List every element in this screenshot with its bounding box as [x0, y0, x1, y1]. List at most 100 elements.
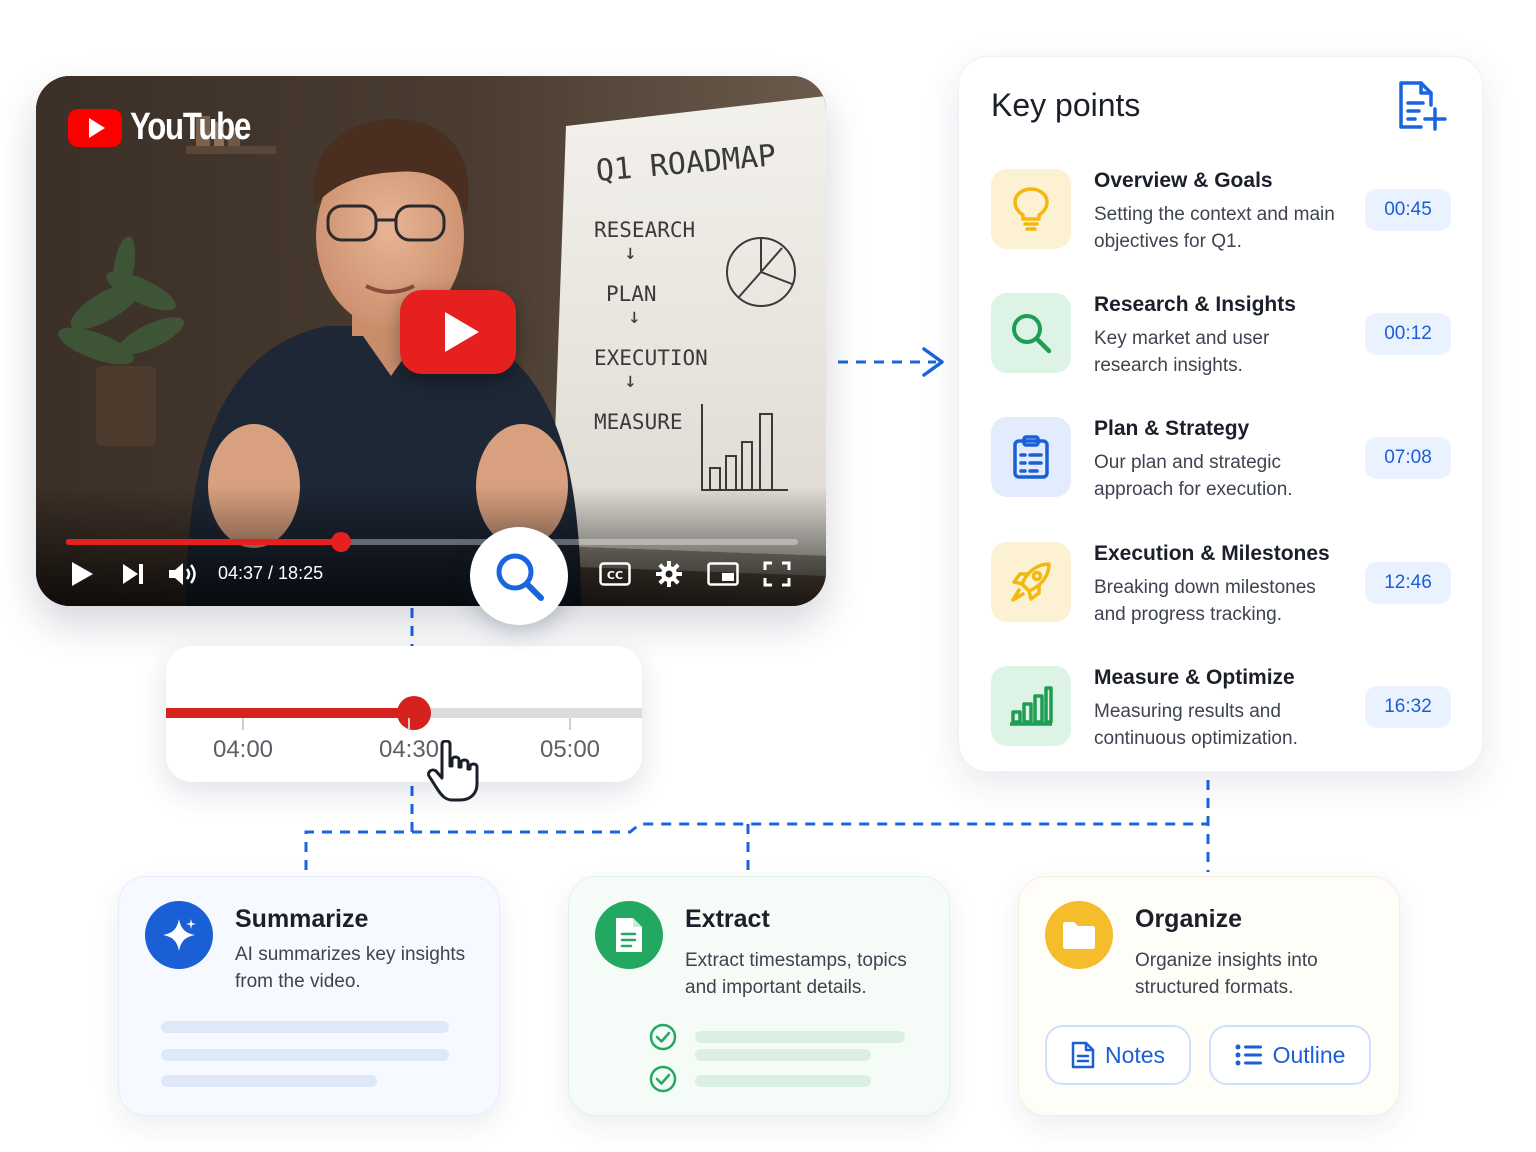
skeleton-line: [695, 1031, 905, 1043]
whiteboard-arrow: ↓: [624, 368, 637, 392]
progress-handle[interactable]: [330, 532, 351, 552]
youtube-logo: YouTube: [68, 106, 276, 149]
key-point-item[interactable]: Execution & Milestones Breaking down mil…: [991, 542, 1457, 652]
extract-icon-circle: [595, 901, 663, 969]
hand-pointer-icon: [427, 740, 479, 802]
progress-played: [66, 539, 341, 545]
key-point-description: Key market and user research insights.: [1094, 328, 1270, 376]
svg-text:CC: CC: [607, 569, 623, 582]
timestamp-badge[interactable]: 00:45: [1365, 189, 1451, 231]
search-icon: [1012, 314, 1052, 354]
key-points-panel: Key points Overview & Goals Setting the …: [958, 56, 1483, 772]
key-point-item[interactable]: Measure & Optimize Measuring results and…: [991, 666, 1457, 776]
key-point-icon-box: [991, 666, 1071, 746]
skeleton-line: [161, 1049, 449, 1061]
timeline-tick: [408, 718, 410, 730]
skeleton-line: [695, 1075, 871, 1087]
key-point-title: Execution & Milestones: [1094, 542, 1330, 565]
timeline-label: 04:00: [212, 736, 274, 763]
play-icon: [72, 562, 93, 586]
timestamp-badge[interactable]: 12:46: [1365, 562, 1451, 604]
progress-bar[interactable]: [66, 532, 798, 552]
captions-button[interactable]: CC: [598, 558, 632, 590]
key-point-item[interactable]: Research & Insights Key market and user …: [991, 293, 1457, 403]
next-button[interactable]: [118, 558, 148, 590]
zoomed-timeline[interactable]: 04:00 04:30 05:00: [166, 646, 642, 782]
notes-button-label: Notes: [1104, 1041, 1166, 1068]
miniplayer-icon: [707, 562, 739, 586]
play-button[interactable]: [68, 558, 96, 590]
key-point-description: Measuring results and continuous optimiz…: [1094, 701, 1298, 749]
bar-chart-icon: [1010, 686, 1053, 726]
document-icon: [616, 918, 642, 952]
sparkle-icon: [163, 919, 196, 951]
big-play-button[interactable]: [400, 290, 516, 374]
miniplayer-button[interactable]: [706, 558, 740, 590]
clipboard-icon: [1013, 435, 1049, 479]
whiteboard-pie-sketch: [726, 237, 796, 307]
whiteboard-bar-sketch: [701, 404, 788, 491]
fullscreen-icon: [763, 561, 791, 587]
rocket-icon: [1011, 562, 1051, 602]
zoom-track[interactable]: [166, 696, 642, 730]
notes-document-icon: [1071, 1041, 1095, 1069]
card-title: Summarize: [235, 905, 369, 933]
folder-icon: [1063, 922, 1095, 949]
key-point-title: Research & Insights: [1094, 293, 1296, 316]
card-description: Organize insights into structured format…: [1135, 950, 1318, 998]
cc-icon: CC: [599, 562, 631, 586]
timestamp-badge[interactable]: 16:32: [1365, 686, 1451, 728]
key-point-description: Our plan and strategic approach for exec…: [1094, 452, 1293, 500]
whiteboard-step: EXECUTION: [594, 346, 708, 370]
card-title: Extract: [685, 905, 770, 933]
fullscreen-button[interactable]: [762, 558, 792, 590]
key-point-description: Setting the context and main objectives …: [1094, 204, 1335, 252]
key-point-title: Plan & Strategy: [1094, 417, 1250, 440]
key-point-icon-box: [991, 417, 1071, 497]
check-circle-icon: [649, 1065, 677, 1093]
volume-icon: [169, 563, 196, 585]
skip-next-icon: [123, 564, 143, 584]
timeline-tick: [569, 718, 571, 730]
key-point-description: Breaking down milestones and progress tr…: [1094, 577, 1316, 625]
timestamp-badge[interactable]: 07:08: [1365, 437, 1451, 479]
outline-button-label: Outline: [1272, 1041, 1346, 1068]
key-point-title: Measure & Optimize: [1094, 666, 1295, 689]
settings-button[interactable]: [654, 558, 684, 590]
skeleton-line: [161, 1021, 449, 1033]
list-icon: [1235, 1044, 1262, 1066]
zoom-track-played: [166, 708, 414, 718]
extract-card[interactable]: Extract Extract timestamps, topics and i…: [568, 876, 950, 1116]
organize-card[interactable]: Organize Organize insights into structur…: [1018, 876, 1400, 1116]
add-note-button[interactable]: [1395, 79, 1453, 138]
key-point-item[interactable]: Overview & Goals Setting the context and…: [991, 169, 1457, 279]
card-description: AI summarizes key insights from the vide…: [235, 944, 466, 992]
key-point-icon-box: [991, 169, 1071, 249]
youtube-wordmark: YouTube: [130, 106, 251, 148]
add-document-icon: [1399, 81, 1447, 131]
timestamp-badge[interactable]: 00:12: [1365, 313, 1451, 355]
volume-button[interactable]: [166, 558, 200, 590]
key-points-title: Key points: [991, 87, 1141, 123]
organize-icon-circle: [1045, 901, 1113, 969]
key-point-icon-box: [991, 542, 1071, 622]
zoom-track-handle[interactable]: [396, 696, 431, 730]
notes-button[interactable]: Notes: [1045, 1025, 1191, 1085]
youtube-play-logo-icon: [68, 108, 122, 147]
zoom-search-button[interactable]: [470, 527, 568, 625]
card-description: Extract timestamps, topics and important…: [685, 950, 907, 998]
gear-icon: [656, 561, 682, 587]
outline-button[interactable]: Outline: [1209, 1025, 1371, 1085]
search-icon: [496, 553, 544, 601]
summarize-icon-circle: [145, 901, 213, 969]
video-player[interactable]: Q1 ROADMAP RESEARCH ↓ PLAN ↓ EXECUTION ↓…: [36, 76, 826, 606]
time-display: 04:37 / 18:25: [218, 563, 324, 583]
skeleton-line: [161, 1075, 377, 1087]
key-point-title: Overview & Goals: [1094, 169, 1273, 192]
key-point-item[interactable]: Plan & Strategy Our plan and strategic a…: [991, 417, 1457, 527]
card-title: Organize: [1135, 905, 1242, 933]
key-point-icon-box: [991, 293, 1071, 373]
timeline-label: 05:00: [539, 736, 601, 763]
summarize-card[interactable]: Summarize AI summarizes key insights fro…: [118, 876, 500, 1116]
skeleton-line: [695, 1049, 871, 1061]
